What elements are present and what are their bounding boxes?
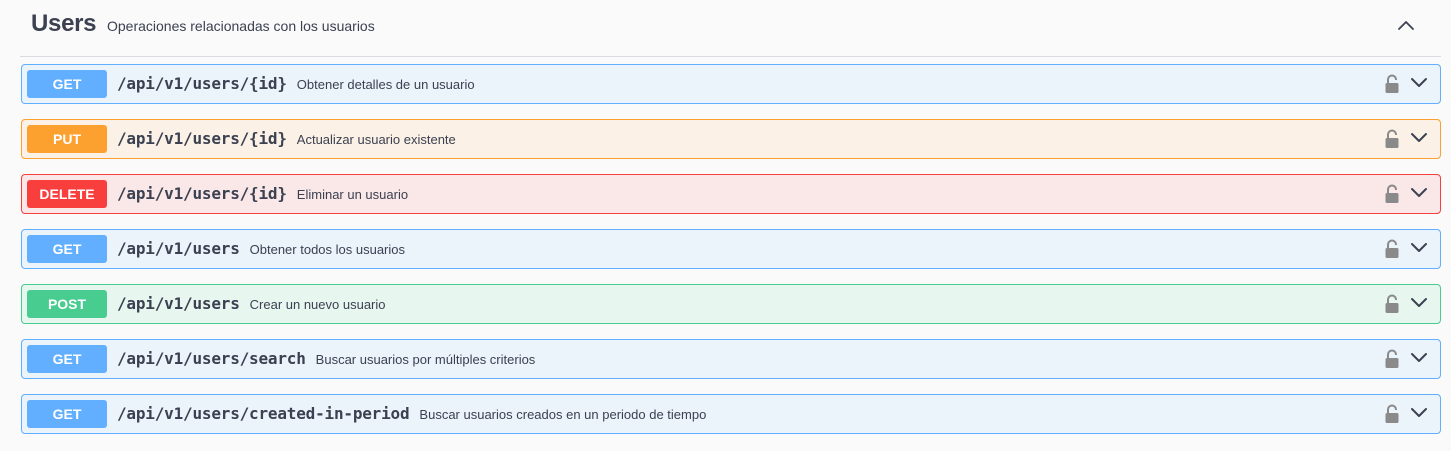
operation-summary: Eliminar un usuario	[296, 187, 409, 202]
lock-icon[interactable]	[1384, 129, 1400, 149]
operation-get-all-users[interactable]: GET /api/v1/users Obtener todos los usuar…	[21, 229, 1441, 269]
method-badge: POST	[27, 290, 107, 318]
operation-summary: Buscar usuarios creados en un periodo de…	[419, 407, 707, 422]
operation-path: /api/v1/users/created-in-period	[117, 404, 410, 423]
operation-path: /api/v1/users/{id}	[117, 74, 287, 93]
method-badge: GET	[27, 235, 107, 263]
method-badge: DELETE	[27, 180, 107, 208]
chevron-down-icon[interactable]	[1410, 241, 1428, 255]
chevron-down-icon[interactable]	[1410, 296, 1428, 310]
operation-path: /api/v1/users/{id}	[117, 184, 287, 203]
operation-path: /api/v1/users	[117, 239, 240, 258]
method-badge: PUT	[27, 125, 107, 153]
lock-icon[interactable]	[1384, 349, 1400, 369]
chevron-up-icon[interactable]	[1395, 14, 1417, 36]
lock-icon[interactable]	[1384, 239, 1400, 259]
lock-icon[interactable]	[1384, 184, 1400, 204]
method-badge: GET	[27, 400, 107, 428]
operation-path: /api/v1/users	[117, 294, 240, 313]
operation-post-user[interactable]: POST /api/v1/users Crear un nuevo usuario	[21, 284, 1441, 324]
chevron-down-icon[interactable]	[1410, 131, 1428, 145]
operation-get-user-by-id[interactable]: GET /api/v1/users/{id} Obtener detalles d…	[21, 64, 1441, 104]
operation-summary: Obtener todos los usuarios	[249, 242, 406, 257]
operation-delete-user[interactable]: DELETE /api/v1/users/{id} Eliminar un usu…	[21, 174, 1441, 214]
tag-title[interactable]: Users	[31, 10, 97, 38]
operation-summary: Buscar usuarios por múltiples criterios	[315, 352, 536, 367]
operation-summary: Crear un nuevo usuario	[249, 297, 386, 312]
operation-path: /api/v1/users/{id}	[117, 129, 287, 148]
chevron-down-icon[interactable]	[1410, 186, 1428, 200]
operation-summary: Actualizar usuario existente	[296, 132, 456, 147]
chevron-down-icon[interactable]	[1410, 406, 1428, 420]
method-badge: GET	[27, 345, 107, 373]
tag-description: Operaciones relacionadas con los usuario…	[107, 18, 375, 34]
lock-icon[interactable]	[1384, 404, 1400, 424]
chevron-down-icon[interactable]	[1410, 76, 1428, 90]
operation-summary: Obtener detalles de un usuario	[296, 77, 475, 92]
chevron-down-icon[interactable]	[1410, 351, 1428, 365]
operation-users-created-in-period[interactable]: GET /api/v1/users/created-in-period Busca…	[21, 394, 1441, 434]
lock-icon[interactable]	[1384, 294, 1400, 314]
operation-path: /api/v1/users/search	[117, 349, 306, 368]
method-badge: GET	[27, 70, 107, 98]
lock-icon[interactable]	[1384, 74, 1400, 94]
users-tag-section: Users Operaciones relacionadas con los u…	[0, 0, 1451, 451]
operation-search-users[interactable]: GET /api/v1/users/search Buscar usuarios …	[21, 339, 1441, 379]
tag-header[interactable]: Users Operaciones relacionadas con los u…	[20, 0, 1441, 57]
operation-put-user[interactable]: PUT /api/v1/users/{id} Actualizar usuario…	[21, 119, 1441, 159]
